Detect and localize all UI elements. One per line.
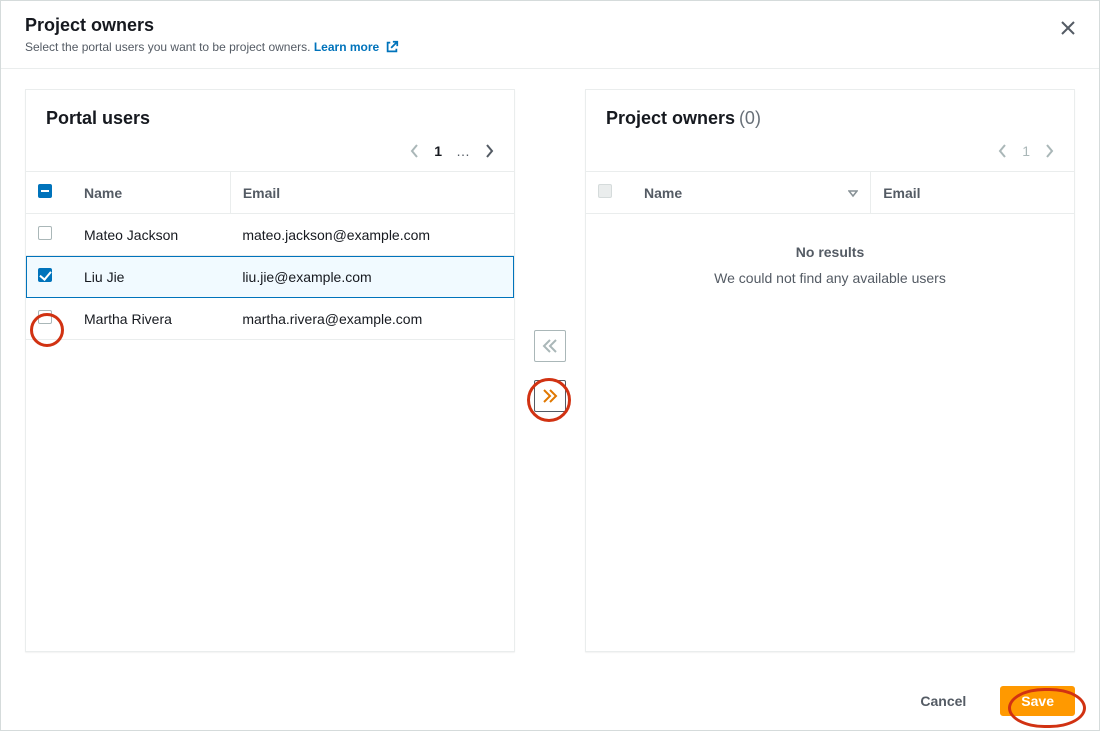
project-owners-table: Name Email (586, 171, 1074, 214)
modal-subtitle: Select the portal users you want to be p… (25, 40, 1075, 54)
learn-more-link[interactable]: Learn more (314, 40, 399, 54)
col-email[interactable]: Email (871, 172, 1074, 214)
move-left-button[interactable] (534, 330, 566, 362)
table-row[interactable]: Liu Jieliu.jie@example.com (26, 256, 514, 298)
save-button[interactable]: Save (1000, 686, 1075, 716)
col-name[interactable]: Name (632, 172, 871, 214)
move-right-button[interactable] (534, 380, 566, 412)
cell-name: Martha Rivera (72, 298, 230, 340)
col-name[interactable]: Name (72, 172, 230, 214)
project-owners-paginator: 1 (586, 135, 1074, 171)
row-checkbox[interactable] (38, 310, 52, 324)
page-next-icon[interactable] (484, 144, 494, 158)
sort-icon[interactable] (848, 185, 858, 201)
page-number[interactable]: 1 (434, 143, 442, 159)
row-checkbox[interactable] (38, 226, 52, 240)
portal-users-paginator: 1 … (26, 135, 514, 171)
cell-email: mateo.jackson@example.com (230, 214, 514, 256)
empty-title: No results (606, 244, 1054, 260)
modal-title: Project owners (25, 15, 1075, 36)
table-row[interactable]: Mateo Jacksonmateo.jackson@example.com (26, 214, 514, 256)
page-ellipsis: … (456, 143, 470, 159)
page-prev-icon[interactable] (410, 144, 420, 158)
project-owners-modal: Project owners Select the portal users y… (0, 0, 1100, 731)
cell-name: Liu Jie (72, 256, 230, 298)
table-row[interactable]: Martha Riveramartha.rivera@example.com (26, 298, 514, 340)
cell-email: martha.rivera@example.com (230, 298, 514, 340)
portal-users-table: Name Email Mateo Jacksonmateo.jackson@ex… (26, 171, 514, 340)
cell-email: liu.jie@example.com (230, 256, 514, 298)
transfer-buttons (515, 89, 585, 652)
select-all-checkbox (598, 184, 612, 198)
cancel-button[interactable]: Cancel (900, 687, 986, 715)
col-email[interactable]: Email (230, 172, 514, 214)
page-next-icon[interactable] (1044, 144, 1054, 158)
external-link-icon (385, 40, 399, 54)
portal-users-title: Portal users (46, 108, 150, 128)
cell-name: Mateo Jackson (72, 214, 230, 256)
modal-footer: Cancel Save (1, 672, 1099, 730)
page-prev-icon[interactable] (998, 144, 1008, 158)
page-number: 1 (1022, 143, 1030, 159)
row-checkbox[interactable] (38, 268, 52, 282)
project-owners-title: Project owners (606, 108, 735, 128)
select-all-checkbox[interactable] (38, 184, 52, 198)
project-owners-count: (0) (739, 108, 761, 128)
close-icon[interactable] (1061, 19, 1075, 40)
project-owners-panel: Project owners (0) 1 Name (585, 89, 1075, 652)
portal-users-panel: Portal users 1 … Name Email (25, 89, 515, 652)
modal-header: Project owners Select the portal users y… (1, 1, 1099, 69)
empty-state: No results We could not find any availab… (586, 214, 1074, 316)
empty-text: We could not find any available users (606, 270, 1054, 286)
